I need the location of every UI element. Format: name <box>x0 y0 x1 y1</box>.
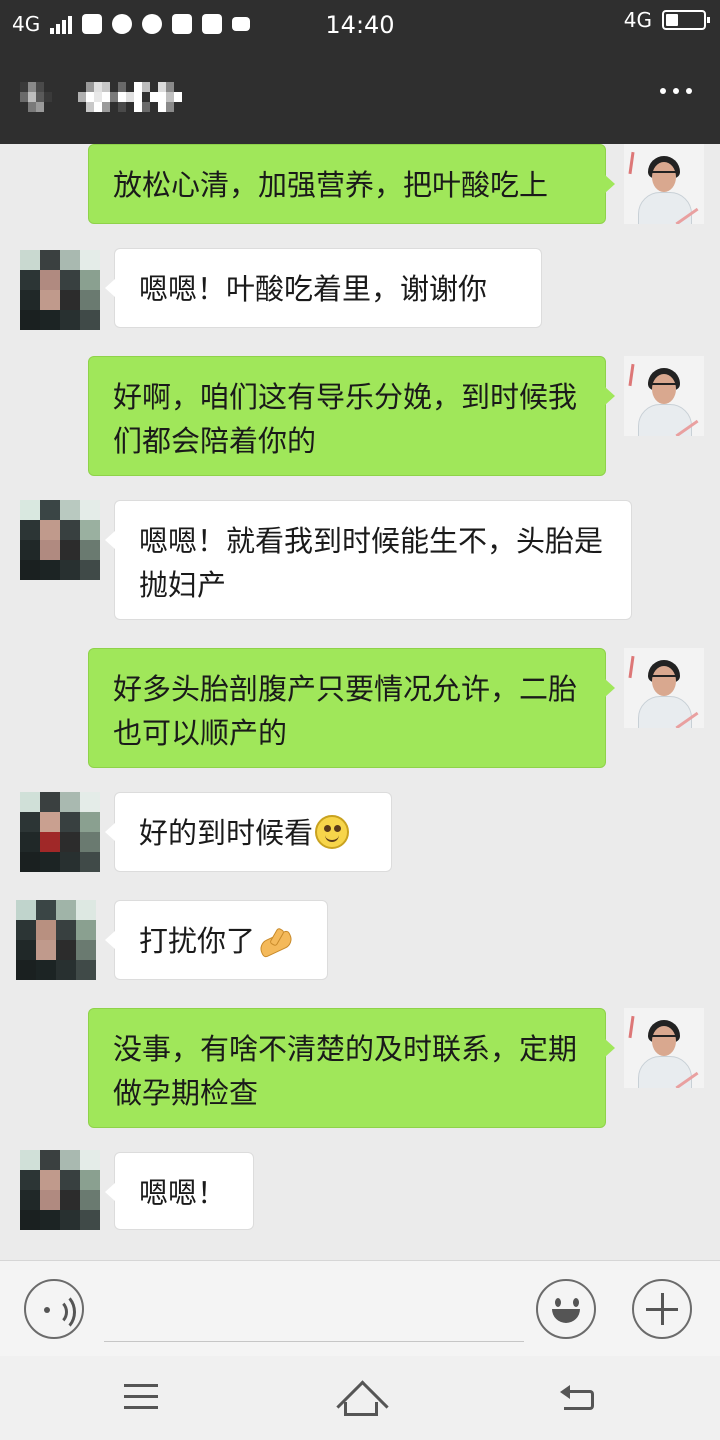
voice-button[interactable] <box>24 1279 84 1339</box>
back-button[interactable] <box>20 82 52 112</box>
message-bubble[interactable]: 放松心清，加强营养，把叶酸吃上 <box>88 144 615 224</box>
my-avatar[interactable] <box>624 1008 704 1088</box>
message-text: 没事，有啥不清楚的及时联系，定期做孕期检查 <box>113 1032 578 1110</box>
message-text: 放松心清，加强营养，把叶酸吃上 <box>113 168 549 202</box>
more-dots-icon <box>660 88 666 94</box>
contact-avatar[interactable] <box>20 792 100 872</box>
my-avatar[interactable] <box>624 144 704 224</box>
system-nav-bar <box>0 1356 720 1440</box>
status-right: 4G <box>623 8 710 32</box>
contact-avatar[interactable] <box>20 1150 100 1230</box>
emoji-icon <box>555 1298 561 1307</box>
status-bar: 4G 14:40 4G <box>0 0 720 50</box>
message-text: 嗯嗯！就看我到时候能生不，头胎是抛妇产 <box>139 524 604 602</box>
chat-title <box>78 82 182 112</box>
message-bubble[interactable]: 好的到时候看 <box>105 792 392 872</box>
message-text: 打扰你了 <box>139 924 256 958</box>
message-bubble[interactable]: 打扰你了 <box>105 900 328 980</box>
clock: 14:40 <box>325 11 395 39</box>
my-avatar[interactable] <box>624 648 704 728</box>
contact-avatar[interactable] <box>20 500 100 580</box>
smile-emoji-icon <box>315 815 350 849</box>
contact-avatar[interactable] <box>16 900 96 980</box>
add-button[interactable] <box>632 1279 692 1339</box>
menu-button[interactable] <box>124 1384 158 1410</box>
message-bubble[interactable]: 嗯嗯！ <box>105 1152 254 1230</box>
message-bubble[interactable]: 好啊，咱们这有导乐分娩，到时候我们都会陪着你的 <box>88 356 615 476</box>
chat-area[interactable]: 放松心清，加强营养，把叶酸吃上 嗯嗯！叶酸吃着里，谢谢你 好啊，咱们这有导乐分娩… <box>0 144 720 1260</box>
menu-icon <box>124 1384 158 1387</box>
message-bubble[interactable]: 嗯嗯！叶酸吃着里，谢谢你 <box>105 248 542 328</box>
message-text: 好多头胎剖腹产只要情况允许，二胎也可以顺产的 <box>113 672 578 750</box>
back-nav-button[interactable] <box>560 1382 598 1412</box>
message-text: 好啊，咱们这有导乐分娩，到时候我们都会陪着你的 <box>113 380 578 458</box>
message-input[interactable] <box>104 1281 524 1342</box>
my-avatar[interactable] <box>624 356 704 436</box>
input-bar <box>0 1260 720 1357</box>
network-right-label: 4G <box>623 8 652 32</box>
message-bubble[interactable]: 好多头胎剖腹产只要情况允许，二胎也可以顺产的 <box>88 648 615 768</box>
pointing-hand-emoji-icon <box>257 926 293 956</box>
chat-header <box>0 50 720 144</box>
message-text: 嗯嗯！ <box>139 1176 227 1210</box>
message-text: 好的到时候看 <box>139 816 314 850</box>
contact-avatar[interactable] <box>20 250 100 330</box>
emoji-button[interactable] <box>536 1279 596 1339</box>
message-text: 嗯嗯！叶酸吃着里，谢谢你 <box>139 272 488 306</box>
more-button[interactable] <box>660 88 692 94</box>
battery-icon <box>662 10 710 30</box>
message-bubble[interactable]: 嗯嗯！就看我到时候能生不，头胎是抛妇产 <box>105 500 632 620</box>
home-button[interactable] <box>336 1378 389 1433</box>
message-bubble[interactable]: 没事，有啥不清楚的及时联系，定期做孕期检查 <box>88 1008 615 1128</box>
